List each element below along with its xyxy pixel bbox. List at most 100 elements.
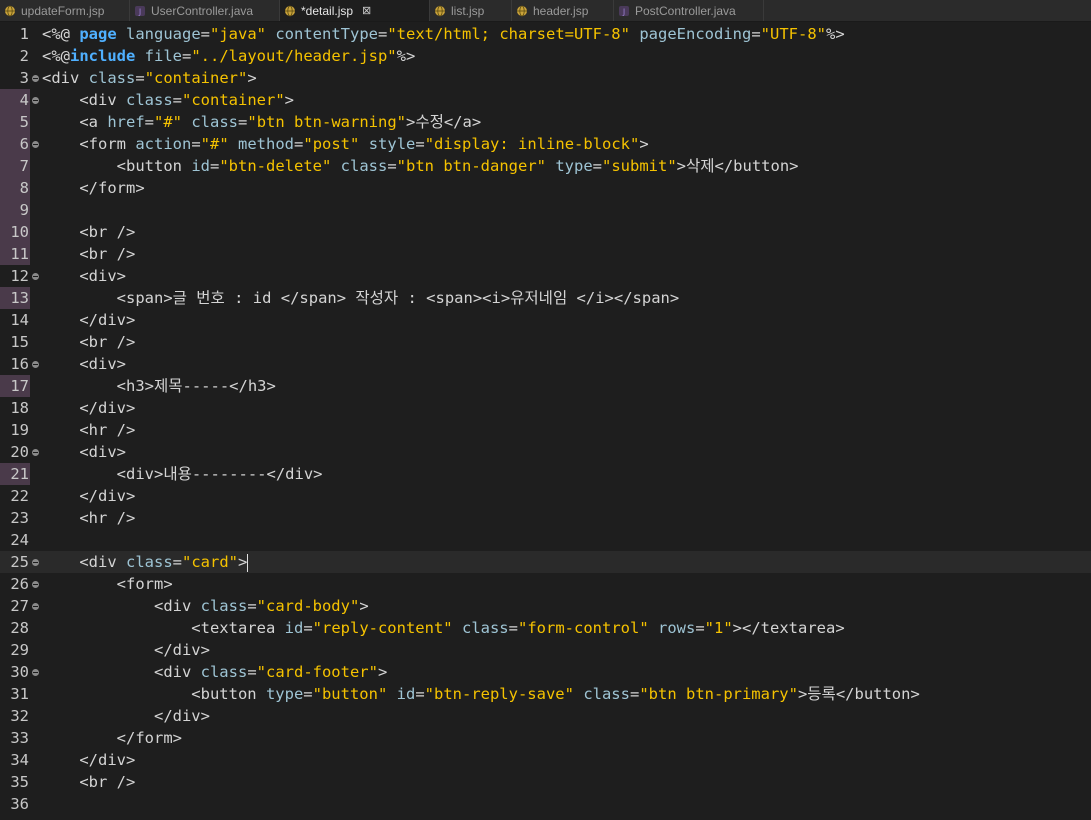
fold-collapse-icon[interactable] xyxy=(32,97,39,104)
code-token: = xyxy=(695,619,705,637)
code-text[interactable]: <%@include file="../layout/header.jsp"%> xyxy=(42,45,1091,67)
code-line[interactable]: 18 </div> xyxy=(0,397,1091,419)
code-text[interactable]: <h3>제목-----</h3> xyxy=(42,375,1091,397)
code-line[interactable]: 4 <div class="container"> xyxy=(0,89,1091,111)
code-token: class xyxy=(200,663,248,681)
code-text[interactable]: <div class="card-body"> xyxy=(42,595,1091,617)
code-text[interactable]: <%@ page language="java" contentType="te… xyxy=(42,23,1091,45)
code-line[interactable]: 1 <%@ page language="java" contentType="t… xyxy=(0,23,1091,45)
fold-collapse-icon[interactable] xyxy=(32,141,39,148)
code-line[interactable]: 28 <textarea id="reply-content" class="f… xyxy=(0,617,1091,639)
code-token: <br /> xyxy=(42,223,136,241)
code-line[interactable]: 14 </div> xyxy=(0,309,1091,331)
code-text[interactable]: </div> xyxy=(42,639,1091,661)
tab-updateformjsp[interactable]: updateForm.jsp xyxy=(0,0,130,21)
fold-collapse-icon[interactable] xyxy=(32,603,39,610)
code-line[interactable]: 36 xyxy=(0,793,1091,815)
line-gutter: 27 xyxy=(0,595,42,617)
code-line[interactable]: 16 <div> xyxy=(0,353,1091,375)
code-text[interactable]: <br /> xyxy=(42,331,1091,353)
code-line[interactable]: 7 <button id="btn-delete" class="btn btn… xyxy=(0,155,1091,177)
code-line[interactable]: 10 <br /> xyxy=(0,221,1091,243)
code-text[interactable] xyxy=(42,199,1091,221)
code-text[interactable]: <a href="#" class="btn btn-warning">수정</… xyxy=(42,111,1091,133)
code-line[interactable]: 8 </form> xyxy=(0,177,1091,199)
code-text[interactable]: <br /> xyxy=(42,771,1091,793)
close-tab-icon[interactable]: ⊠ xyxy=(362,4,371,17)
tab-detailjsp[interactable]: *detail.jsp ⊠ xyxy=(280,0,430,21)
code-line[interactable]: 21 <div>내용--------</div> xyxy=(0,463,1091,485)
code-text[interactable]: </div> xyxy=(42,397,1091,419)
code-line[interactable]: 22 </div> xyxy=(0,485,1091,507)
code-line[interactable]: 6 <form action="#" method="post" style="… xyxy=(0,133,1091,155)
code-line[interactable]: 32 </div> xyxy=(0,705,1091,727)
tab-headerjsp[interactable]: header.jsp xyxy=(512,0,614,21)
code-line[interactable]: 27 <div class="card-body"> xyxy=(0,595,1091,617)
code-text[interactable]: <div> xyxy=(42,441,1091,463)
fold-collapse-icon[interactable] xyxy=(32,273,39,280)
code-line[interactable]: 13 <span>글 번호 : id </span> 작성자 : <span><… xyxy=(0,287,1091,309)
tab-listjsp[interactable]: list.jsp xyxy=(430,0,512,21)
code-text[interactable]: <br /> xyxy=(42,221,1091,243)
code-text[interactable]: </div> xyxy=(42,309,1091,331)
fold-collapse-icon[interactable] xyxy=(32,75,39,82)
code-line[interactable]: 31 <button type="button" id="btn-reply-s… xyxy=(0,683,1091,705)
code-line[interactable]: 34 </div> xyxy=(0,749,1091,771)
code-text[interactable]: <span>글 번호 : id </span> 작성자 : <span><i>유… xyxy=(42,287,1091,309)
code-text[interactable]: <div class="card"> xyxy=(42,551,1091,573)
code-line[interactable]: 24 xyxy=(0,529,1091,551)
tab-usercontrollerjava[interactable]: J UserController.java xyxy=(130,0,280,21)
code-line[interactable]: 35 <br /> xyxy=(0,771,1091,793)
code-line[interactable]: 11 <br /> xyxy=(0,243,1091,265)
code-text[interactable]: <hr /> xyxy=(42,419,1091,441)
code-text[interactable]: <div> xyxy=(42,353,1091,375)
code-text[interactable]: <button id="btn-delete" class="btn btn-d… xyxy=(42,155,1091,177)
code-line[interactable]: 3 <div class="container"> xyxy=(0,67,1091,89)
tab-label: UserController.java xyxy=(151,3,254,18)
code-text[interactable]: <button type="button" id="btn-reply-save… xyxy=(42,683,1091,705)
globe-icon xyxy=(434,5,446,17)
code-text[interactable]: </div> xyxy=(42,485,1091,507)
code-text[interactable]: <form> xyxy=(42,573,1091,595)
fold-collapse-icon[interactable] xyxy=(32,361,39,368)
code-text[interactable]: <hr /> xyxy=(42,507,1091,529)
code-line[interactable]: 5 <a href="#" class="btn btn-warning">수정… xyxy=(0,111,1091,133)
fold-collapse-icon[interactable] xyxy=(32,449,39,456)
code-text[interactable] xyxy=(42,793,1091,815)
code-text[interactable]: </form> xyxy=(42,177,1091,199)
code-token: = xyxy=(303,685,313,703)
line-gutter: 5 xyxy=(0,111,42,133)
code-line[interactable]: 26 <form> xyxy=(0,573,1091,595)
code-text[interactable]: </div> xyxy=(42,705,1091,727)
code-text[interactable]: <div>내용--------</div> xyxy=(42,463,1091,485)
code-token: "1" xyxy=(704,619,733,637)
fold-collapse-icon[interactable] xyxy=(32,669,39,676)
code-line[interactable]: 15 <br /> xyxy=(0,331,1091,353)
code-line[interactable]: 2 <%@include file="../layout/header.jsp"%… xyxy=(0,45,1091,67)
code-token: file xyxy=(144,47,182,65)
code-line[interactable]: 30 <div class="card-footer"> xyxy=(0,661,1091,683)
code-text[interactable]: <textarea id="reply-content" class="form… xyxy=(42,617,1091,639)
fold-collapse-icon[interactable] xyxy=(32,581,39,588)
code-line[interactable]: 9 xyxy=(0,199,1091,221)
code-line[interactable]: 33 </form> xyxy=(0,727,1091,749)
code-line[interactable]: 20 <div> xyxy=(0,441,1091,463)
code-text[interactable]: <form action="#" method="post" style="di… xyxy=(42,133,1091,155)
code-text[interactable]: <div class="container"> xyxy=(42,89,1091,111)
code-line[interactable]: 23 <hr /> xyxy=(0,507,1091,529)
code-text[interactable]: <div class="container"> xyxy=(42,67,1091,89)
code-text[interactable]: </form> xyxy=(42,727,1091,749)
code-line[interactable]: 12 <div> xyxy=(0,265,1091,287)
code-line[interactable]: 19 <hr /> xyxy=(0,419,1091,441)
code-text[interactable]: <br /> xyxy=(42,243,1091,265)
code-text[interactable]: <div class="card-footer"> xyxy=(42,661,1091,683)
code-text[interactable]: </div> xyxy=(42,749,1091,771)
code-line[interactable]: 29 </div> xyxy=(0,639,1091,661)
code-text[interactable]: <div> xyxy=(42,265,1091,287)
code-text[interactable] xyxy=(42,529,1091,551)
code-line[interactable]: 17 <h3>제목-----</h3> xyxy=(0,375,1091,397)
code-line[interactable]: 25 <div class="card"> xyxy=(0,551,1091,573)
tab-postcontrollerjava[interactable]: J PostController.java xyxy=(614,0,764,21)
fold-collapse-icon[interactable] xyxy=(32,559,39,566)
code-editor[interactable]: 1 <%@ page language="java" contentType="t… xyxy=(0,22,1091,815)
